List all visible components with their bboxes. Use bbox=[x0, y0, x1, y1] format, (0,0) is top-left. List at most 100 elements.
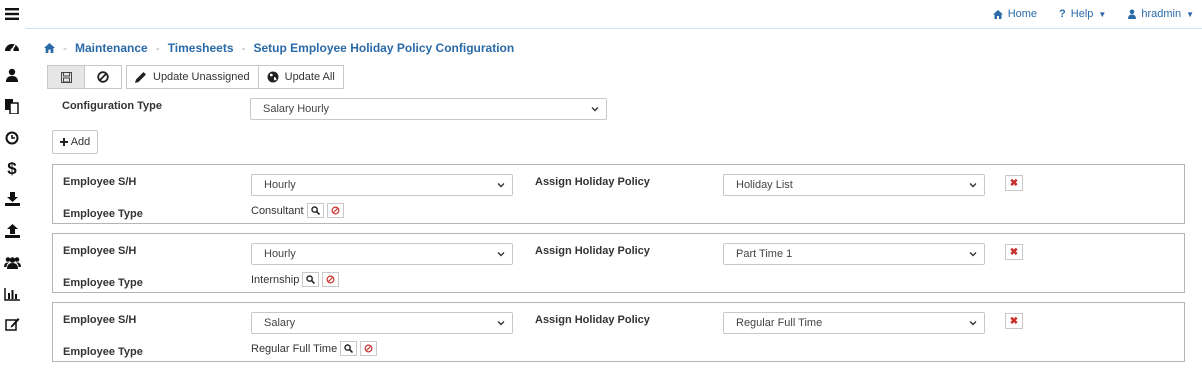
delete-row-button[interactable]: ✖ bbox=[1005, 313, 1023, 329]
employee-sh-select[interactable]: Hourly bbox=[251, 174, 513, 196]
policy-row: Employee S/H Hourly Assign Holiday Polic… bbox=[52, 233, 1185, 293]
ban-icon bbox=[331, 206, 340, 215]
breadcrumb-separator: - bbox=[155, 41, 160, 55]
holiday-policy-value: Part Time 1 bbox=[736, 248, 793, 260]
caret-down-icon: ▼ bbox=[1098, 9, 1107, 19]
update-all-button[interactable]: Update All bbox=[257, 65, 344, 89]
employee-sh-label: Employee S/H bbox=[63, 314, 137, 326]
cancel-button[interactable] bbox=[84, 65, 122, 89]
holiday-policy-select[interactable]: Part Time 1 bbox=[723, 243, 985, 265]
user-icon[interactable] bbox=[3, 66, 21, 84]
update-unassigned-label: Update Unassigned bbox=[153, 71, 250, 83]
close-icon: ✖ bbox=[1009, 246, 1019, 258]
assign-holiday-policy-label: Assign Holiday Policy bbox=[535, 176, 650, 188]
employee-sh-select[interactable]: Salary bbox=[251, 312, 513, 334]
chevron-down-icon bbox=[969, 321, 977, 326]
holiday-policy-select[interactable]: Holiday List bbox=[723, 174, 985, 196]
menu-icon[interactable] bbox=[3, 5, 21, 23]
save-icon bbox=[60, 71, 72, 83]
search-button[interactable] bbox=[302, 272, 320, 287]
upload-icon[interactable] bbox=[3, 222, 21, 240]
employee-type-field: Consultant bbox=[251, 203, 344, 218]
delete-row-button[interactable]: ✖ bbox=[1005, 244, 1023, 260]
holiday-policy-value: Holiday List bbox=[736, 179, 793, 191]
employee-type-value: Regular Full Time bbox=[251, 342, 338, 355]
search-icon bbox=[306, 275, 316, 284]
configuration-type-label: Configuration Type bbox=[62, 100, 163, 112]
policy-row: Employee S/H Hourly Assign Holiday Polic… bbox=[52, 164, 1185, 224]
chevron-down-icon bbox=[969, 252, 977, 257]
clear-button[interactable] bbox=[326, 203, 344, 218]
update-all-label: Update All bbox=[284, 71, 335, 83]
edit-icon[interactable] bbox=[3, 315, 21, 333]
employee-sh-select[interactable]: Hourly bbox=[251, 243, 513, 265]
search-icon bbox=[310, 206, 320, 215]
chevron-down-icon bbox=[591, 107, 599, 112]
help-label: Help bbox=[1070, 8, 1094, 20]
search-button[interactable] bbox=[306, 203, 324, 218]
users-icon[interactable] bbox=[3, 253, 21, 271]
caret-down-icon: ▼ bbox=[1186, 9, 1194, 19]
home-icon[interactable] bbox=[44, 43, 55, 53]
holiday-policy-value: Regular Full Time bbox=[736, 317, 823, 329]
delete-row-button[interactable]: ✖ bbox=[1005, 175, 1023, 191]
page-title: Setup Employee Holiday Policy Configurat… bbox=[253, 41, 515, 55]
chevron-down-icon bbox=[969, 183, 977, 188]
home-icon bbox=[992, 9, 1003, 19]
configuration-type-select[interactable]: Salary Hourly bbox=[250, 98, 607, 120]
toolbar: Update Unassigned Update All bbox=[47, 65, 344, 89]
employee-type-field: Internship bbox=[251, 272, 340, 287]
clock-icon[interactable] bbox=[3, 129, 21, 147]
employee-type-label: Employee Type bbox=[63, 277, 143, 289]
breadcrumb-maintenance[interactable]: Maintenance bbox=[75, 41, 148, 55]
holiday-policy-select[interactable]: Regular Full Time bbox=[723, 312, 985, 334]
employee-type-label: Employee Type bbox=[63, 346, 143, 358]
ban-icon bbox=[97, 71, 109, 83]
search-button[interactable] bbox=[340, 341, 358, 356]
chevron-down-icon bbox=[497, 321, 505, 326]
employee-type-field: Regular Full Time bbox=[251, 341, 378, 356]
breadcrumb-separator: - bbox=[241, 41, 246, 55]
question-icon: ? bbox=[1059, 8, 1066, 20]
plus-icon bbox=[59, 138, 68, 146]
ban-icon bbox=[364, 344, 373, 353]
pencil-icon bbox=[135, 72, 146, 83]
update-unassigned-button[interactable]: Update Unassigned bbox=[126, 65, 259, 89]
employee-type-value: Internship bbox=[251, 273, 300, 286]
dashboard-icon[interactable] bbox=[3, 37, 21, 55]
search-icon bbox=[344, 344, 354, 353]
user-icon bbox=[1128, 9, 1137, 19]
employee-sh-value: Salary bbox=[264, 317, 296, 329]
chevron-down-icon bbox=[497, 183, 505, 188]
help-menu[interactable]: ? Help ▼ bbox=[1059, 8, 1106, 20]
clear-button[interactable] bbox=[322, 272, 340, 287]
employee-type-value: Consultant bbox=[251, 204, 304, 217]
chevron-down-icon bbox=[497, 252, 505, 257]
username: hradmin bbox=[1141, 8, 1182, 20]
add-button[interactable]: Add bbox=[52, 130, 98, 154]
bar-chart-icon[interactable] bbox=[3, 285, 21, 303]
home-link[interactable]: Home bbox=[992, 8, 1038, 20]
employee-sh-value: Hourly bbox=[264, 179, 296, 191]
ban-icon bbox=[326, 275, 335, 284]
employee-type-label: Employee Type bbox=[63, 208, 143, 220]
globe-icon bbox=[267, 71, 279, 83]
breadcrumb: - Maintenance - Timesheets - Setup Emplo… bbox=[44, 41, 514, 55]
employee-sh-label: Employee S/H bbox=[63, 245, 137, 257]
close-icon: ✖ bbox=[1009, 177, 1019, 189]
documents-icon[interactable] bbox=[3, 97, 21, 115]
home-label: Home bbox=[1007, 8, 1038, 20]
employee-sh-value: Hourly bbox=[264, 248, 296, 260]
dollar-icon[interactable]: $ bbox=[3, 159, 21, 178]
clear-button[interactable] bbox=[360, 341, 378, 356]
assign-holiday-policy-label: Assign Holiday Policy bbox=[535, 245, 650, 257]
save-button[interactable] bbox=[47, 65, 85, 89]
policy-row: Employee S/H Salary Assign Holiday Polic… bbox=[52, 302, 1185, 362]
add-label: Add bbox=[70, 136, 91, 148]
assign-holiday-policy-label: Assign Holiday Policy bbox=[535, 314, 650, 326]
user-menu[interactable]: hradmin ▼ bbox=[1128, 8, 1194, 20]
left-icon-bar: $ bbox=[0, 0, 26, 370]
breadcrumb-timesheets[interactable]: Timesheets bbox=[168, 41, 234, 55]
download-icon[interactable] bbox=[3, 190, 21, 208]
employee-sh-label: Employee S/H bbox=[63, 176, 137, 188]
